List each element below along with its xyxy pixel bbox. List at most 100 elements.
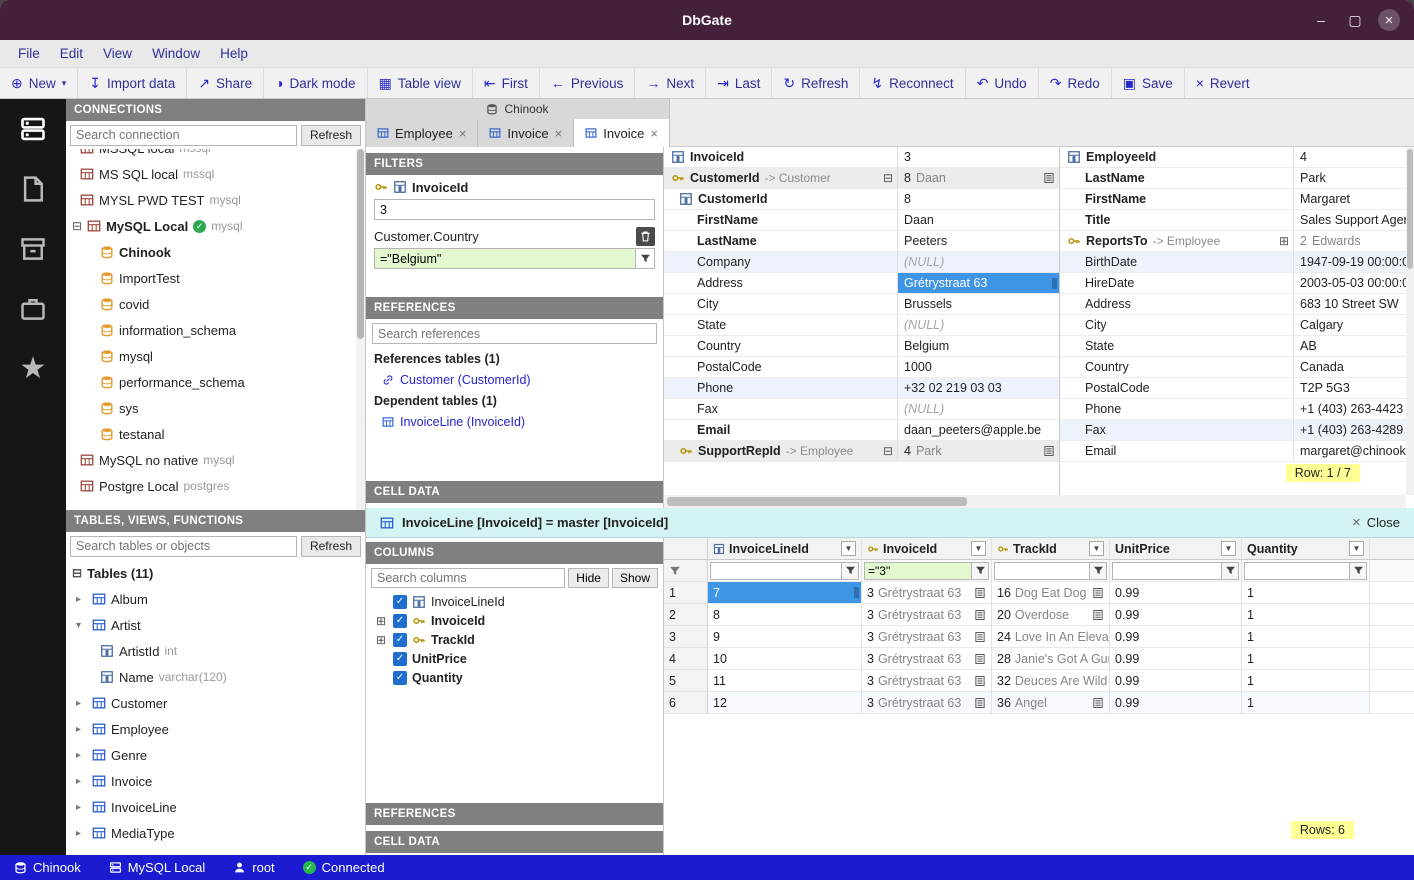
grid-cell[interactable]: 16Dog Eat Dog bbox=[992, 582, 1110, 604]
collapse-icon[interactable]: ⊟ bbox=[883, 444, 893, 458]
table-item-invoice[interactable]: ▸Invoice bbox=[66, 768, 365, 794]
grid-cell[interactable]: 0.99 bbox=[1110, 670, 1242, 692]
database-item[interactable]: ImportTest bbox=[66, 265, 365, 291]
search-connection-input[interactable] bbox=[70, 125, 297, 146]
filter-input-invoicelineid[interactable] bbox=[711, 563, 841, 579]
dark-mode-button[interactable]: ◑Dark mode bbox=[263, 68, 367, 98]
form-value[interactable]: Sales Support Agent bbox=[1294, 210, 1406, 230]
column-header-unitprice[interactable]: UnitPrice▼ bbox=[1110, 538, 1242, 560]
revert-button[interactable]: ×Revert bbox=[1184, 68, 1261, 98]
column-menu-button[interactable]: ▼ bbox=[971, 541, 986, 556]
chevron-right-icon[interactable]: ▸ bbox=[76, 828, 87, 839]
column-item-artistid[interactable]: ArtistIdint bbox=[66, 638, 365, 664]
grid-cell[interactable]: 36Angel bbox=[992, 692, 1110, 714]
grid-cell[interactable]: 11 bbox=[708, 670, 862, 692]
search-tables-input[interactable] bbox=[70, 536, 297, 557]
status-connection[interactable]: MySQL Local bbox=[109, 860, 206, 875]
expand-icon[interactable]: ⊞ bbox=[1279, 234, 1289, 248]
status-user[interactable]: root bbox=[233, 860, 274, 875]
grid-cell[interactable]: 0.99 bbox=[1110, 582, 1242, 604]
form-value[interactable]: 683 10 Street SW bbox=[1294, 294, 1406, 314]
form-value[interactable]: 1000 bbox=[898, 357, 1059, 377]
table-item-customer[interactable]: ▸Customer bbox=[66, 690, 365, 716]
grid-cell[interactable]: 3Grétrystraat 63 bbox=[862, 604, 992, 626]
menu-help[interactable]: Help bbox=[210, 43, 258, 64]
chevron-right-icon[interactable]: ▸ bbox=[76, 802, 87, 813]
form-value[interactable]: 4Park bbox=[898, 441, 1059, 461]
table-item-artist[interactable]: ▾Artist bbox=[66, 612, 365, 638]
remove-filter-button[interactable] bbox=[636, 227, 655, 246]
open-form-icon[interactable] bbox=[974, 587, 986, 599]
filter-country-input[interactable] bbox=[374, 248, 635, 269]
share-button[interactable]: ↗Share bbox=[186, 68, 263, 98]
grid-cell[interactable]: 0.99 bbox=[1110, 648, 1242, 670]
menu-file[interactable]: File bbox=[8, 43, 50, 64]
table-item-mediatype[interactable]: ▸MediaType bbox=[66, 820, 365, 846]
close-detail-button[interactable]: ×Close bbox=[1352, 514, 1400, 531]
chevron-right-icon[interactable]: ▸ bbox=[76, 750, 87, 761]
checkbox-checked[interactable]: ✓ bbox=[393, 614, 407, 628]
database-item-chinook[interactable]: Chinook bbox=[66, 239, 365, 265]
column-header-trackid[interactable]: TrackId▼ bbox=[992, 538, 1110, 560]
checkbox-checked[interactable]: ✓ bbox=[393, 633, 407, 647]
form-value[interactable]: 1947-09-19 00:00:00 bbox=[1294, 252, 1406, 272]
close-button[interactable]: × bbox=[1378, 9, 1400, 31]
form-value[interactable]: 8 bbox=[898, 189, 1059, 209]
form-value[interactable]: Daan bbox=[898, 210, 1059, 230]
column-menu-button[interactable]: ▼ bbox=[1089, 541, 1104, 556]
grid-cell-selected[interactable]: 7 bbox=[708, 582, 862, 604]
checkbox-checked[interactable]: ✓ bbox=[393, 652, 407, 666]
chevron-right-icon[interactable]: ▸ bbox=[76, 776, 87, 787]
connection-item[interactable]: MySQL no nativemysql bbox=[66, 447, 365, 473]
undo-button[interactable]: ↶Undo bbox=[965, 68, 1038, 98]
grid-cell[interactable]: 9 bbox=[708, 626, 862, 648]
grid-cell[interactable]: 10 bbox=[708, 648, 862, 670]
column-header-invoicelineid[interactable]: InvoiceLineId▼ bbox=[708, 538, 862, 560]
open-form-icon[interactable] bbox=[1092, 609, 1104, 621]
rail-apps-icon[interactable] bbox=[17, 293, 49, 325]
checkbox-checked[interactable]: ✓ bbox=[393, 671, 407, 685]
close-tab-icon[interactable]: × bbox=[459, 126, 467, 141]
filter-funnel-button[interactable] bbox=[971, 563, 988, 579]
grid-cell[interactable]: 0.99 bbox=[1110, 692, 1242, 714]
rail-favorites-icon[interactable]: ★ bbox=[17, 353, 49, 385]
filter-funnel-button[interactable] bbox=[1221, 563, 1238, 579]
menu-view[interactable]: View bbox=[93, 43, 142, 64]
table-item-album[interactable]: ▸Album bbox=[66, 586, 365, 612]
grid-cell[interactable]: 3Grétrystraat 63 bbox=[862, 670, 992, 692]
close-tab-icon[interactable]: × bbox=[650, 126, 658, 141]
form-value[interactable]: +32 02 219 03 03 bbox=[898, 378, 1059, 398]
form-value[interactable]: 8Daan bbox=[898, 168, 1059, 188]
connections-refresh-button[interactable]: Refresh bbox=[301, 125, 361, 146]
form-value[interactable]: +1 (403) 263-4289 bbox=[1294, 420, 1406, 440]
chevron-right-icon[interactable]: ▸ bbox=[76, 594, 87, 605]
checkbox-checked[interactable]: ✓ bbox=[393, 595, 407, 609]
open-form-icon[interactable] bbox=[1092, 697, 1104, 709]
filter-input-invoiceid[interactable] bbox=[865, 563, 971, 579]
filter-invoiceid-input[interactable] bbox=[374, 199, 655, 220]
menu-window[interactable]: Window bbox=[142, 43, 210, 64]
column-menu-button[interactable]: ▼ bbox=[1221, 541, 1236, 556]
save-button[interactable]: ▣Save bbox=[1111, 68, 1184, 98]
previous-button[interactable]: ←Previous bbox=[539, 68, 635, 98]
filter-funnel-button[interactable] bbox=[1089, 563, 1106, 579]
form-value[interactable]: (NULL) bbox=[898, 315, 1059, 335]
form-value[interactable]: 2Edwards bbox=[1294, 231, 1406, 251]
form-value[interactable]: (NULL) bbox=[898, 399, 1059, 419]
form-value[interactable]: Calgary bbox=[1294, 315, 1406, 335]
column-header-invoiceid[interactable]: InvoiceId▼ bbox=[862, 538, 992, 560]
search-references-input[interactable] bbox=[372, 323, 657, 344]
scrollbar-thumb[interactable] bbox=[357, 149, 364, 339]
table-item-invoiceline[interactable]: ▸InvoiceLine bbox=[66, 794, 365, 820]
last-button[interactable]: ⇥Last bbox=[705, 68, 771, 98]
column-header-quantity[interactable]: Quantity▼ bbox=[1242, 538, 1370, 560]
rail-archive-icon[interactable] bbox=[17, 233, 49, 265]
grid-cell[interactable]: 12 bbox=[708, 692, 862, 714]
tables-refresh-button[interactable]: Refresh bbox=[301, 536, 361, 557]
form-value-selected[interactable]: Grétrystraat 63 bbox=[898, 273, 1059, 293]
new-button[interactable]: ⊕New▾ bbox=[0, 68, 77, 98]
reconnect-button[interactable]: ↯Reconnect bbox=[859, 68, 964, 98]
form-value[interactable]: AB bbox=[1294, 336, 1406, 356]
grid-cell[interactable]: 1 bbox=[1242, 670, 1370, 692]
hide-button[interactable]: Hide bbox=[568, 568, 609, 588]
